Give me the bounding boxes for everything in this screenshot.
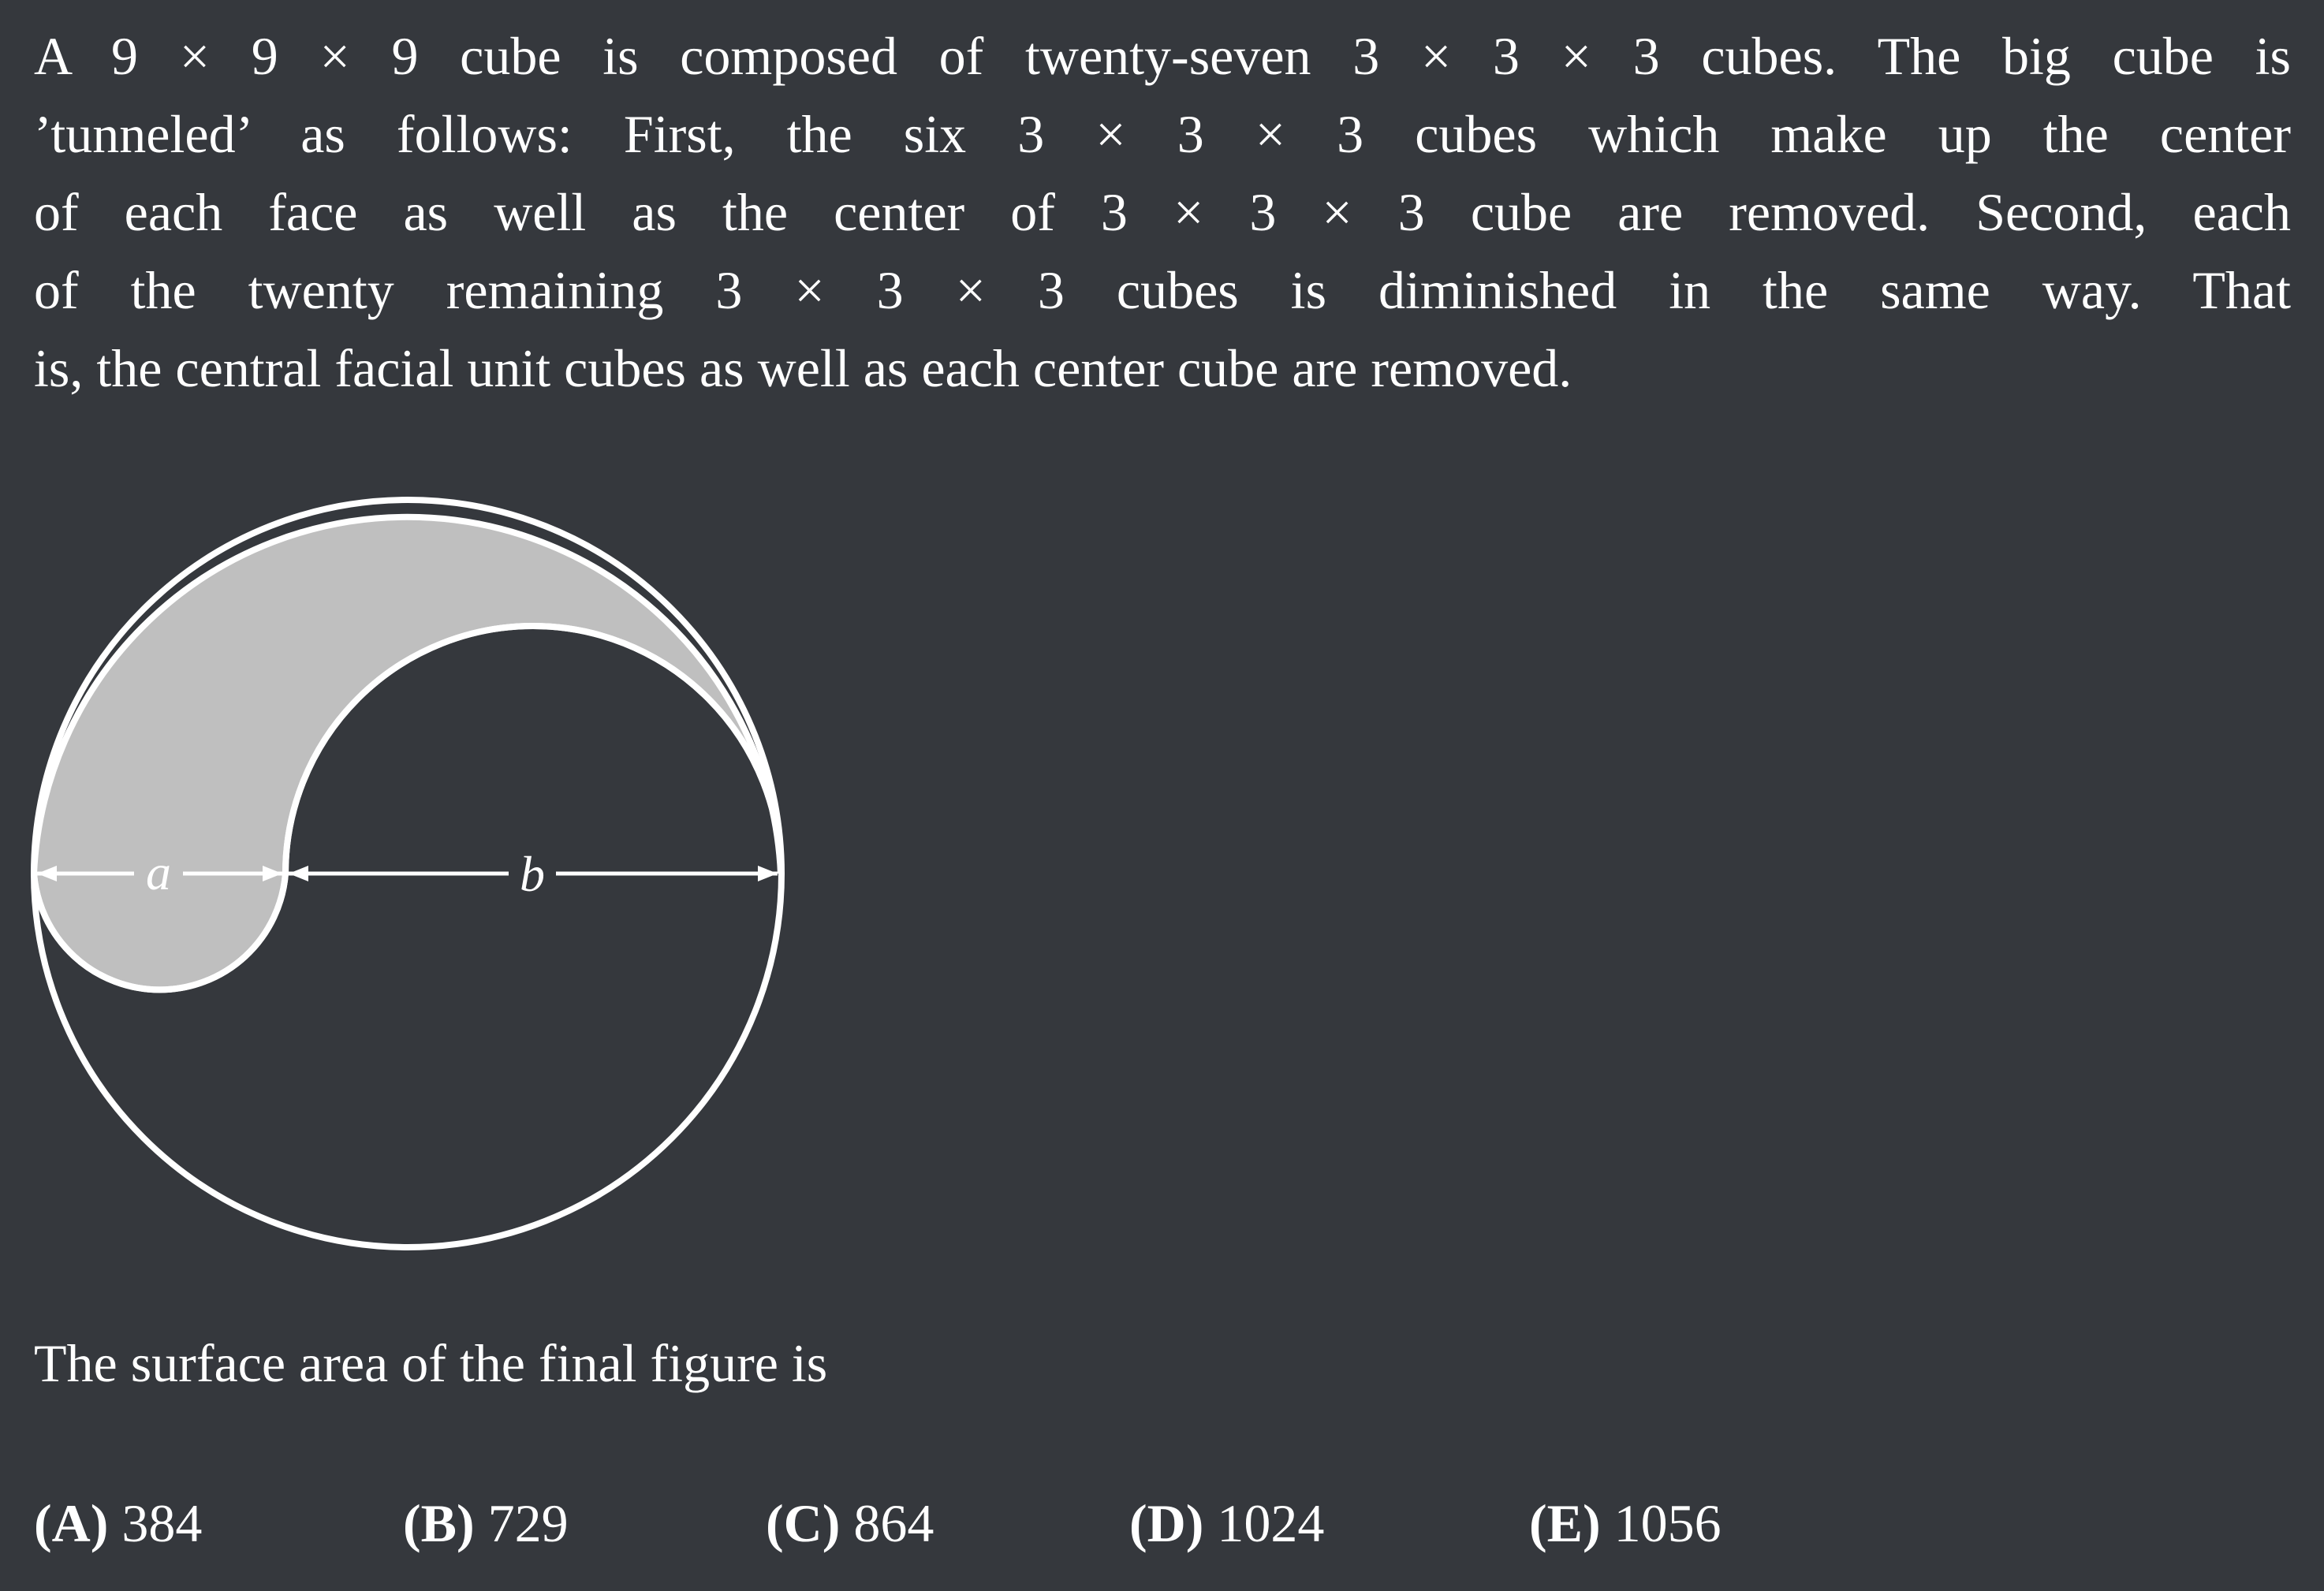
choice-b: (B) 729 xyxy=(403,1485,569,1563)
choice-e: (E) 1056 xyxy=(1529,1485,1722,1563)
shaded-region xyxy=(30,513,784,993)
choice-value: 729 xyxy=(487,1493,569,1553)
choice-value: 864 xyxy=(853,1493,934,1553)
choice-letter: (C) xyxy=(766,1493,841,1553)
choice-value: 1024 xyxy=(1217,1493,1325,1553)
choice-a: (A) 384 xyxy=(34,1485,202,1563)
choice-d: (D) 1024 xyxy=(1129,1485,1324,1563)
choice-c: (C) 864 xyxy=(766,1485,934,1563)
choice-letter: (A) xyxy=(34,1493,109,1553)
choice-value: 384 xyxy=(121,1493,203,1553)
label-b: b xyxy=(520,846,545,902)
question-text: The surface area of the final figure is xyxy=(34,1333,828,1393)
choice-letter: (E) xyxy=(1529,1493,1601,1553)
yin-yang-figure: a b xyxy=(30,497,785,1250)
choice-letter: (B) xyxy=(403,1493,475,1553)
choice-letter: (D) xyxy=(1129,1493,1204,1553)
choice-value: 1056 xyxy=(1613,1493,1722,1553)
label-a: a xyxy=(146,844,171,900)
